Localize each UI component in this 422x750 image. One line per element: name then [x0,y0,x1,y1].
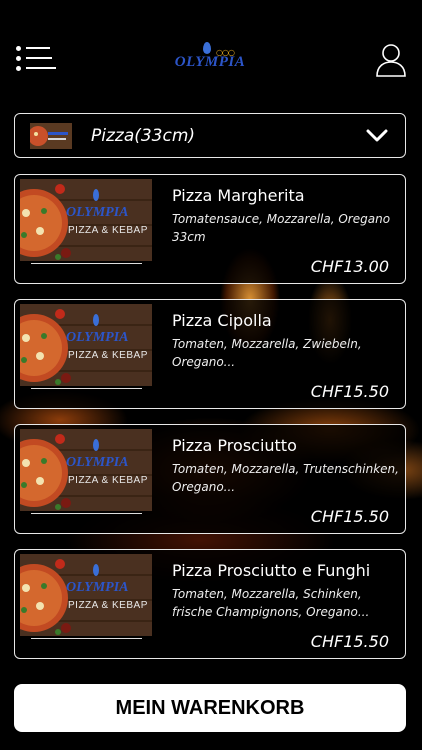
logo[interactable]: ○○○ OLYMPIA [170,42,250,74]
product-image: OLYMPIA PIZZA & KEBAP [20,304,152,386]
image-logo-text: OLYMPIA [66,330,129,345]
product-description: Tomaten, Mozzarella, Zwiebeln, Oregano..… [172,337,362,369]
product-price: CHF15.50 [310,382,389,401]
logo-text: OLYMPIA [174,54,246,70]
image-logo-text: OLYMPIA [66,205,129,220]
image-divider [31,263,142,264]
category-dropdown[interactable]: Pizza(33cm) [14,113,406,158]
image-subtitle-text: PIZZA & KEBAP [68,600,148,611]
category-thumbnail [30,123,72,149]
product-image: OLYMPIA PIZZA & KEBAP [20,554,152,636]
product-name: Pizza Margherita [172,186,305,205]
product-card[interactable]: OLYMPIA PIZZA & KEBAP Pizza Prosciutto Toma… [14,424,406,534]
image-divider [31,638,142,639]
app-header: ○○○ OLYMPIA [0,0,422,110]
product-name: Pizza Prosciutto [172,436,297,455]
product-card[interactable]: OLYMPIA PIZZA & KEBAP Pizza Prosciutto e F… [14,549,406,659]
category-label: Pizza(33cm) [91,126,196,146]
chevron-down-icon [366,129,388,142]
product-price: CHF15.50 [310,507,389,526]
image-logo-text: OLYMPIA [66,455,129,470]
image-logo-text: OLYMPIA [66,580,129,595]
product-image: OLYMPIA PIZZA & KEBAP [20,429,152,511]
product-image: OLYMPIA PIZZA & KEBAP [20,179,152,261]
product-card[interactable]: OLYMPIA PIZZA & KEBAP Pizza Margherita Toma… [14,174,406,284]
product-card[interactable]: OLYMPIA PIZZA & KEBAP Pizza Cipolla Tomaten… [14,299,406,409]
product-description: Tomatensauce, Mozzarella, Oregano 33cm [172,212,391,244]
product-name: Pizza Prosciutto e Funghi [172,561,371,580]
user-icon[interactable] [374,42,408,78]
menu-button[interactable] [16,44,56,74]
image-divider [31,388,142,389]
product-price: CHF13.00 [310,257,389,276]
image-subtitle-text: PIZZA & KEBAP [68,225,148,236]
product-description: Tomaten, Mozzarella, Schinken, frische C… [172,587,370,619]
cart-button[interactable]: MEIN WARENKORB [14,684,406,732]
image-subtitle-text: PIZZA & KEBAP [68,475,148,486]
image-subtitle-text: PIZZA & KEBAP [68,350,148,361]
product-description: Tomaten, Mozzarella, Trutenschinken, Ore… [172,462,399,494]
flame-icon [203,42,211,54]
image-divider [31,513,142,514]
product-price: CHF15.50 [310,632,389,651]
product-name: Pizza Cipolla [172,311,272,330]
